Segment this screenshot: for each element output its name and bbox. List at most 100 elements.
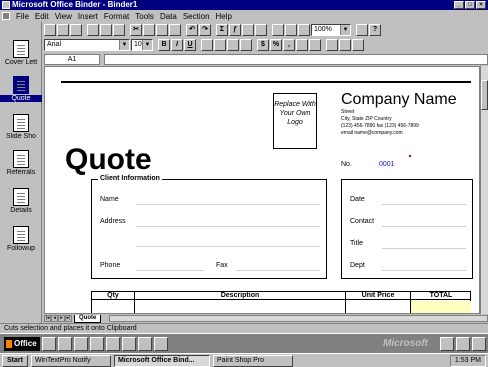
sheet-tab-quote[interactable]: Quote xyxy=(74,314,102,323)
menu-edit[interactable]: Edit xyxy=(35,12,49,21)
document-icon[interactable] xyxy=(2,12,10,20)
print-preview-icon[interactable] xyxy=(100,24,112,36)
close-button[interactable]: × xyxy=(476,1,486,9)
last-tab-icon[interactable]: ▸| xyxy=(65,315,72,322)
taskbar-item-wintextpro[interactable]: WinTextPro Notify xyxy=(30,354,111,367)
autosum-icon[interactable]: Σ xyxy=(216,24,228,36)
bold-icon[interactable]: B xyxy=(158,39,170,51)
borders-icon[interactable] xyxy=(326,39,338,51)
align-right-icon[interactable] xyxy=(227,39,239,51)
date-field[interactable] xyxy=(382,204,466,205)
client-address-field-2[interactable] xyxy=(136,246,320,247)
cut-icon[interactable]: ✂ xyxy=(130,24,142,36)
font-color-icon[interactable] xyxy=(352,39,364,51)
sort-descending-icon[interactable] xyxy=(255,24,267,36)
align-center-icon[interactable] xyxy=(214,39,226,51)
copy-icon[interactable] xyxy=(143,24,155,36)
menu-file[interactable]: File xyxy=(16,12,29,21)
office-help-icon[interactable] xyxy=(456,337,470,351)
increase-decimal-icon[interactable] xyxy=(296,39,308,51)
new-icon[interactable] xyxy=(44,24,56,36)
percent-icon[interactable]: % xyxy=(270,39,282,51)
help-icon[interactable]: ? xyxy=(369,24,381,36)
client-phone-field[interactable] xyxy=(136,270,204,271)
schedule-icon[interactable] xyxy=(106,336,120,351)
menu-format[interactable]: Format xyxy=(104,12,129,21)
zoom-select[interactable]: 100% xyxy=(311,24,351,36)
maximize-button[interactable]: □ xyxy=(465,1,475,9)
logo-placeholder[interactable]: Replace With Your Own Logo xyxy=(273,93,317,149)
section-referrals[interactable]: Referrals xyxy=(0,150,42,176)
binder-icon[interactable] xyxy=(138,336,152,351)
menu-data[interactable]: Data xyxy=(160,12,177,21)
description-header: Description xyxy=(135,292,345,300)
print-icon[interactable] xyxy=(87,24,99,36)
menu-section[interactable]: Section xyxy=(183,12,210,21)
map-icon[interactable] xyxy=(285,24,297,36)
formula-input[interactable] xyxy=(104,53,488,65)
menu-help[interactable]: Help xyxy=(216,12,232,21)
excel-icon[interactable] xyxy=(58,336,72,351)
spelling-icon[interactable] xyxy=(113,24,125,36)
total-header: TOTAL xyxy=(411,292,471,300)
title-field[interactable] xyxy=(382,248,466,249)
client-name-field[interactable] xyxy=(136,204,320,205)
horizontal-scrollbar[interactable] xyxy=(109,315,488,322)
contact-field[interactable] xyxy=(382,226,466,227)
paste-icon[interactable] xyxy=(156,24,168,36)
minimize-button[interactable]: _ xyxy=(454,1,464,9)
menu-tools[interactable]: Tools xyxy=(135,12,154,21)
drawing-icon[interactable] xyxy=(298,24,310,36)
italic-icon[interactable]: I xyxy=(171,39,183,51)
taskbar-item-office-binder[interactable]: Microsoft Office Bind... xyxy=(113,354,210,367)
taskbar-item-paint-shop-pro[interactable]: Paint Shop Pro xyxy=(212,354,293,367)
undo-icon[interactable]: ↶ xyxy=(186,24,198,36)
section-details[interactable]: Details xyxy=(0,188,42,214)
find-icon[interactable] xyxy=(154,336,168,351)
answer-wizard-icon[interactable] xyxy=(440,337,454,351)
powerpoint-icon[interactable] xyxy=(74,336,88,351)
comma-icon[interactable]: , xyxy=(283,39,295,51)
menu-view[interactable]: View xyxy=(55,12,72,21)
font-name-select[interactable]: Arial xyxy=(44,39,130,51)
start-button[interactable]: Start xyxy=(2,354,28,367)
office-settings-icon[interactable] xyxy=(472,337,486,351)
dept-field[interactable] xyxy=(382,270,466,271)
section-cover-letter[interactable]: Cover Lett xyxy=(0,40,42,66)
fill-color-icon[interactable] xyxy=(339,39,351,51)
first-tab-icon[interactable]: |◂ xyxy=(44,315,51,322)
menu-insert[interactable]: Insert xyxy=(78,12,98,21)
section-quote[interactable]: Quote xyxy=(0,76,42,102)
sort-ascending-icon[interactable] xyxy=(242,24,254,36)
open-icon[interactable] xyxy=(57,24,69,36)
vertical-scrollbar[interactable] xyxy=(480,66,488,314)
function-icon[interactable]: ƒ xyxy=(229,24,241,36)
section-followup[interactable]: Followup xyxy=(0,226,42,252)
section-slide-show[interactable]: Slide Sho xyxy=(0,114,42,140)
quote-number[interactable]: 0001 xyxy=(379,161,395,168)
vertical-scroll-thumb[interactable] xyxy=(481,80,488,110)
next-tab-icon[interactable]: ▸ xyxy=(58,315,65,322)
worksheet[interactable]: Replace With Your Own Logo Company Name … xyxy=(44,66,480,314)
font-size-select[interactable]: 10 xyxy=(131,39,153,51)
name-box[interactable]: A1 xyxy=(44,53,100,65)
tip-wizard-icon[interactable] xyxy=(356,24,368,36)
word-icon[interactable] xyxy=(42,336,56,351)
mail-icon[interactable] xyxy=(122,336,136,351)
save-icon[interactable] xyxy=(70,24,82,36)
format-painter-icon[interactable] xyxy=(169,24,181,36)
currency-icon[interactable]: $ xyxy=(257,39,269,51)
client-address-field[interactable] xyxy=(136,226,320,227)
company-city: City, State ZIP Country xyxy=(341,116,392,122)
underline-icon[interactable]: U xyxy=(184,39,196,51)
merge-center-icon[interactable] xyxy=(240,39,252,51)
chart-wizard-icon[interactable] xyxy=(272,24,284,36)
app-icon[interactable] xyxy=(2,1,10,9)
access-icon[interactable] xyxy=(90,336,104,351)
align-left-icon[interactable] xyxy=(201,39,213,51)
prev-tab-icon[interactable]: ◂ xyxy=(51,315,58,322)
office-button[interactable]: Office xyxy=(4,336,40,351)
redo-icon[interactable]: ↷ xyxy=(199,24,211,36)
decrease-decimal-icon[interactable] xyxy=(309,39,321,51)
client-fax-field[interactable] xyxy=(236,270,320,271)
